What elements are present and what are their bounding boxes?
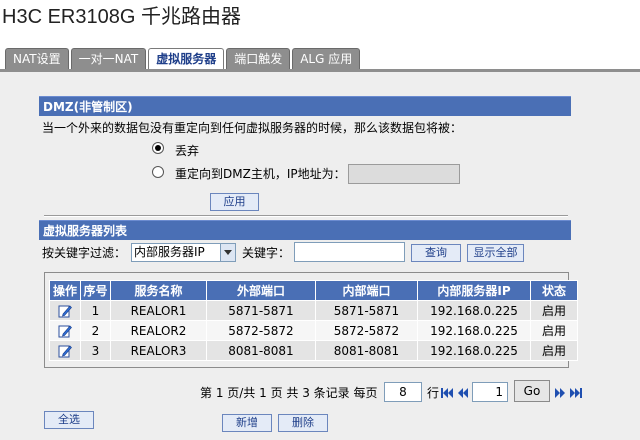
edit-icon[interactable] <box>58 324 72 338</box>
go-button[interactable]: Go <box>514 380 550 402</box>
row-external-port: 5872-5872 <box>207 321 315 340</box>
pager-summary: 第 1 页/共 1 页 共 3 条记录 每页 <box>200 386 378 400</box>
row-index: 3 <box>81 341 110 360</box>
col-header-service-name: 服务名称 <box>111 281 206 300</box>
first-page-icon[interactable] <box>440 387 454 399</box>
row-status: 启用 <box>531 321 577 340</box>
col-header-internal-port: 内部端口 <box>316 281 417 300</box>
col-header-action: 操作 <box>50 281 80 300</box>
row-internal-ip: 192.168.0.225 <box>418 301 530 320</box>
col-header-index: 序号 <box>81 281 110 300</box>
row-service-name: REALOR2 <box>111 321 206 340</box>
tab-bar: NAT设置 一对一NAT 虚拟服务器 端口触发 ALG 应用 <box>5 48 361 69</box>
row-internal-ip: 192.168.0.225 <box>418 321 530 340</box>
virtual-server-table: 操作 序号 服务名称 外部端口 内部端口 内部服务器IP 状态 1 REALOR… <box>49 280 578 361</box>
row-index: 2 <box>81 321 110 340</box>
row-service-name: REALOR3 <box>111 341 206 360</box>
edit-icon[interactable] <box>58 304 72 318</box>
col-header-internal-ip: 内部服务器IP <box>418 281 530 300</box>
row-status: 启用 <box>531 341 577 360</box>
row-action-cell <box>50 321 80 340</box>
page-title: H3C ER3108G 千兆路由器 <box>2 6 241 28</box>
keyword-label: 关键字： <box>242 246 291 260</box>
row-index: 1 <box>81 301 110 320</box>
table-row: 1 REALOR1 5871-5871 5871-5871 192.168.0.… <box>50 301 577 320</box>
dmz-apply-button[interactable]: 应用 <box>210 193 259 211</box>
filter-field-value: 内部服务器IP <box>134 245 205 259</box>
section-divider <box>44 215 568 217</box>
dmz-drop-radio[interactable] <box>152 142 164 154</box>
row-action-cell <box>50 341 80 360</box>
dmz-redirect-radio[interactable] <box>152 166 164 178</box>
col-header-external-port: 外部端口 <box>207 281 315 300</box>
table-row: 3 REALOR3 8081-8081 8081-8081 192.168.0.… <box>50 341 577 360</box>
dmz-drop-label: 丢弃 <box>175 144 200 158</box>
row-external-port: 8081-8081 <box>207 341 315 360</box>
dmz-ip-input[interactable] <box>348 164 460 184</box>
row-external-port: 5871-5871 <box>207 301 315 320</box>
add-button[interactable]: 新增 <box>222 414 272 432</box>
delete-button[interactable]: 删除 <box>278 414 328 432</box>
virtual-server-list-header: 虚拟服务器列表 <box>39 220 571 240</box>
search-button[interactable]: 查询 <box>411 244 461 262</box>
dmz-redirect-label: 重定向到DMZ主机，IP地址为： <box>175 167 346 181</box>
row-action-cell <box>50 301 80 320</box>
col-header-status: 状态 <box>531 281 577 300</box>
table-row: 2 REALOR2 5872-5872 5872-5872 192.168.0.… <box>50 321 577 340</box>
rows-unit-label: 行 <box>427 386 440 400</box>
row-internal-ip: 192.168.0.225 <box>418 341 530 360</box>
row-internal-port: 5872-5872 <box>316 321 417 340</box>
edit-icon[interactable] <box>58 344 72 358</box>
tab-one-to-one-nat[interactable]: 一对一NAT <box>70 48 147 69</box>
dmz-description: 当一个外来的数据包没有重定向到任何虚拟服务器的时候，那么该数据包将被： <box>42 121 463 135</box>
table-header-row: 操作 序号 服务名称 外部端口 内部端口 内部服务器IP 状态 <box>50 281 577 300</box>
per-page-input[interactable]: 8 <box>384 382 422 402</box>
row-service-name: REALOR1 <box>111 301 206 320</box>
next-page-icon[interactable] <box>553 387 567 399</box>
filter-label: 按关键字过滤： <box>42 246 127 260</box>
filter-field-select[interactable]: 内部服务器IP <box>131 243 236 262</box>
row-status: 启用 <box>531 301 577 320</box>
last-page-icon[interactable] <box>569 387 583 399</box>
row-internal-port: 8081-8081 <box>316 341 417 360</box>
chevron-down-icon <box>220 244 235 261</box>
prev-page-icon[interactable] <box>456 387 470 399</box>
tab-virtual-server[interactable]: 虚拟服务器 <box>148 48 225 69</box>
tab-alg[interactable]: ALG 应用 <box>292 48 361 69</box>
keyword-input[interactable] <box>294 242 405 262</box>
dmz-section-header: DMZ(非管制区) <box>39 96 571 116</box>
page-number-input[interactable]: 1 <box>472 382 508 402</box>
tab-nat-settings[interactable]: NAT设置 <box>5 48 69 69</box>
show-all-button[interactable]: 显示全部 <box>467 244 524 262</box>
select-all-button[interactable]: 全选 <box>44 411 94 429</box>
tab-port-trigger[interactable]: 端口触发 <box>226 48 291 69</box>
row-internal-port: 5871-5871 <box>316 301 417 320</box>
